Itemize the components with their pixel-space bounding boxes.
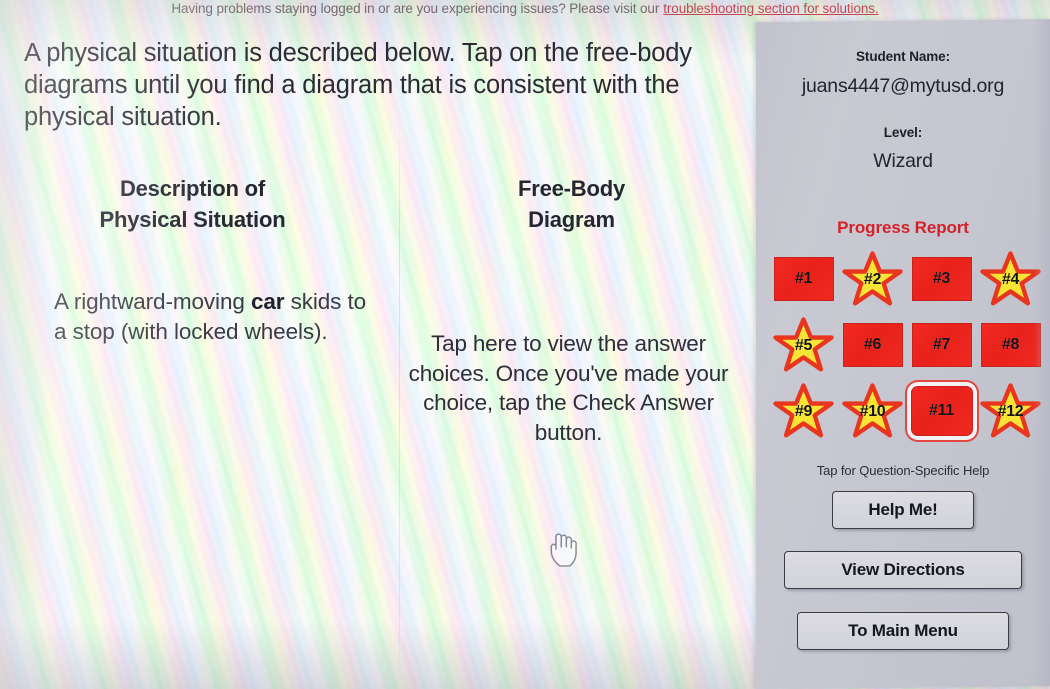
progress-item-label: #7 bbox=[932, 336, 951, 353]
free-body-diagram-column[interactable]: Free-Body Diagram Tap here to view the a… bbox=[385, 173, 756, 567]
student-sidebar: Student Name: juans4447@mytusd.org Level… bbox=[756, 19, 1050, 689]
progress-item-1[interactable]: #1 bbox=[770, 251, 837, 307]
progress-item-label: #8 bbox=[1001, 336, 1020, 353]
situation-prefix: A rightward-moving bbox=[54, 289, 251, 314]
fbd-column-title: Free-Body Diagram bbox=[395, 173, 756, 235]
fbd-title-line-1: Free-Body bbox=[518, 176, 625, 201]
help-me-button[interactable]: Help Me! bbox=[832, 491, 974, 529]
progress-item-12[interactable]: #12 bbox=[977, 383, 1044, 439]
progress-item-label: #12 bbox=[997, 403, 1024, 420]
description-column-title: Description of Physical Situation bbox=[24, 173, 385, 235]
progress-report-title: Progress Report bbox=[837, 218, 969, 237]
pointing-hand-cursor-icon bbox=[550, 533, 577, 567]
progress-item-label: #6 bbox=[863, 336, 882, 353]
progress-item-11-current[interactable]: #11 bbox=[908, 383, 975, 439]
progress-item-4[interactable]: #4 bbox=[977, 251, 1044, 307]
app-root: Having problems staying logged in or are… bbox=[0, 0, 1050, 689]
progress-item-label: #11 bbox=[929, 402, 954, 419]
progress-item-label: #10 bbox=[859, 403, 886, 420]
to-main-menu-button[interactable]: To Main Menu bbox=[797, 612, 1009, 650]
description-title-line-1: Description of bbox=[119, 176, 266, 201]
student-name-value: juans4447@mytusd.org bbox=[801, 75, 1005, 97]
progress-item-10[interactable]: #10 bbox=[839, 383, 906, 439]
site-notice-banner: Having problems staying logged in or are… bbox=[0, 0, 1050, 19]
instructions-text: A physical situation is described below.… bbox=[24, 39, 692, 131]
progress-report-grid: #1 #2 #3 #4 #5 #6 #7 #8 #9 #10 #11 #12 bbox=[770, 251, 1041, 439]
progress-item-9[interactable]: #9 bbox=[770, 383, 837, 439]
progress-item-7[interactable]: #7 bbox=[908, 317, 975, 373]
description-title-line-2: Physical Situation bbox=[99, 207, 286, 232]
progress-item-label: #1 bbox=[794, 270, 813, 287]
progress-item-5[interactable]: #5 bbox=[770, 317, 837, 373]
troubleshooting-link[interactable]: troubleshooting section for solutions. bbox=[663, 1, 878, 16]
level-value: Wizard bbox=[873, 150, 933, 172]
progress-item-label: #4 bbox=[1001, 271, 1020, 288]
main-content: A physical situation is described below.… bbox=[0, 22, 756, 689]
student-name-label: Student Name: bbox=[856, 49, 950, 64]
situation-object: car bbox=[250, 289, 285, 314]
progress-item-label: #2 bbox=[863, 271, 882, 288]
progress-item-label: #3 bbox=[932, 270, 951, 287]
columns-container: Description of Physical Situation A righ… bbox=[0, 173, 756, 567]
physical-situation-text: A rightward-moving car skids to a stop (… bbox=[24, 287, 385, 347]
fbd-title-line-2: Diagram bbox=[528, 207, 615, 232]
view-directions-button[interactable]: View Directions bbox=[784, 551, 1022, 589]
help-caption: Tap for Question-Specific Help bbox=[816, 463, 990, 478]
banner-message: Having problems staying logged in or are… bbox=[171, 0, 660, 16]
progress-item-2[interactable]: #2 bbox=[839, 251, 906, 307]
fbd-tap-hint[interactable]: Tap here to view the answer choices. Onc… bbox=[395, 329, 756, 447]
sidebar-inner: Student Name: juans4447@mytusd.org Level… bbox=[756, 22, 1050, 689]
progress-item-label: #5 bbox=[794, 337, 813, 354]
description-column: Description of Physical Situation A righ… bbox=[0, 173, 385, 447]
progress-item-8[interactable]: #8 bbox=[977, 317, 1044, 373]
progress-item-label: #9 bbox=[794, 403, 813, 420]
progress-item-3[interactable]: #3 bbox=[908, 251, 975, 307]
progress-item-6[interactable]: #6 bbox=[839, 317, 906, 373]
level-label: Level: bbox=[883, 125, 923, 140]
